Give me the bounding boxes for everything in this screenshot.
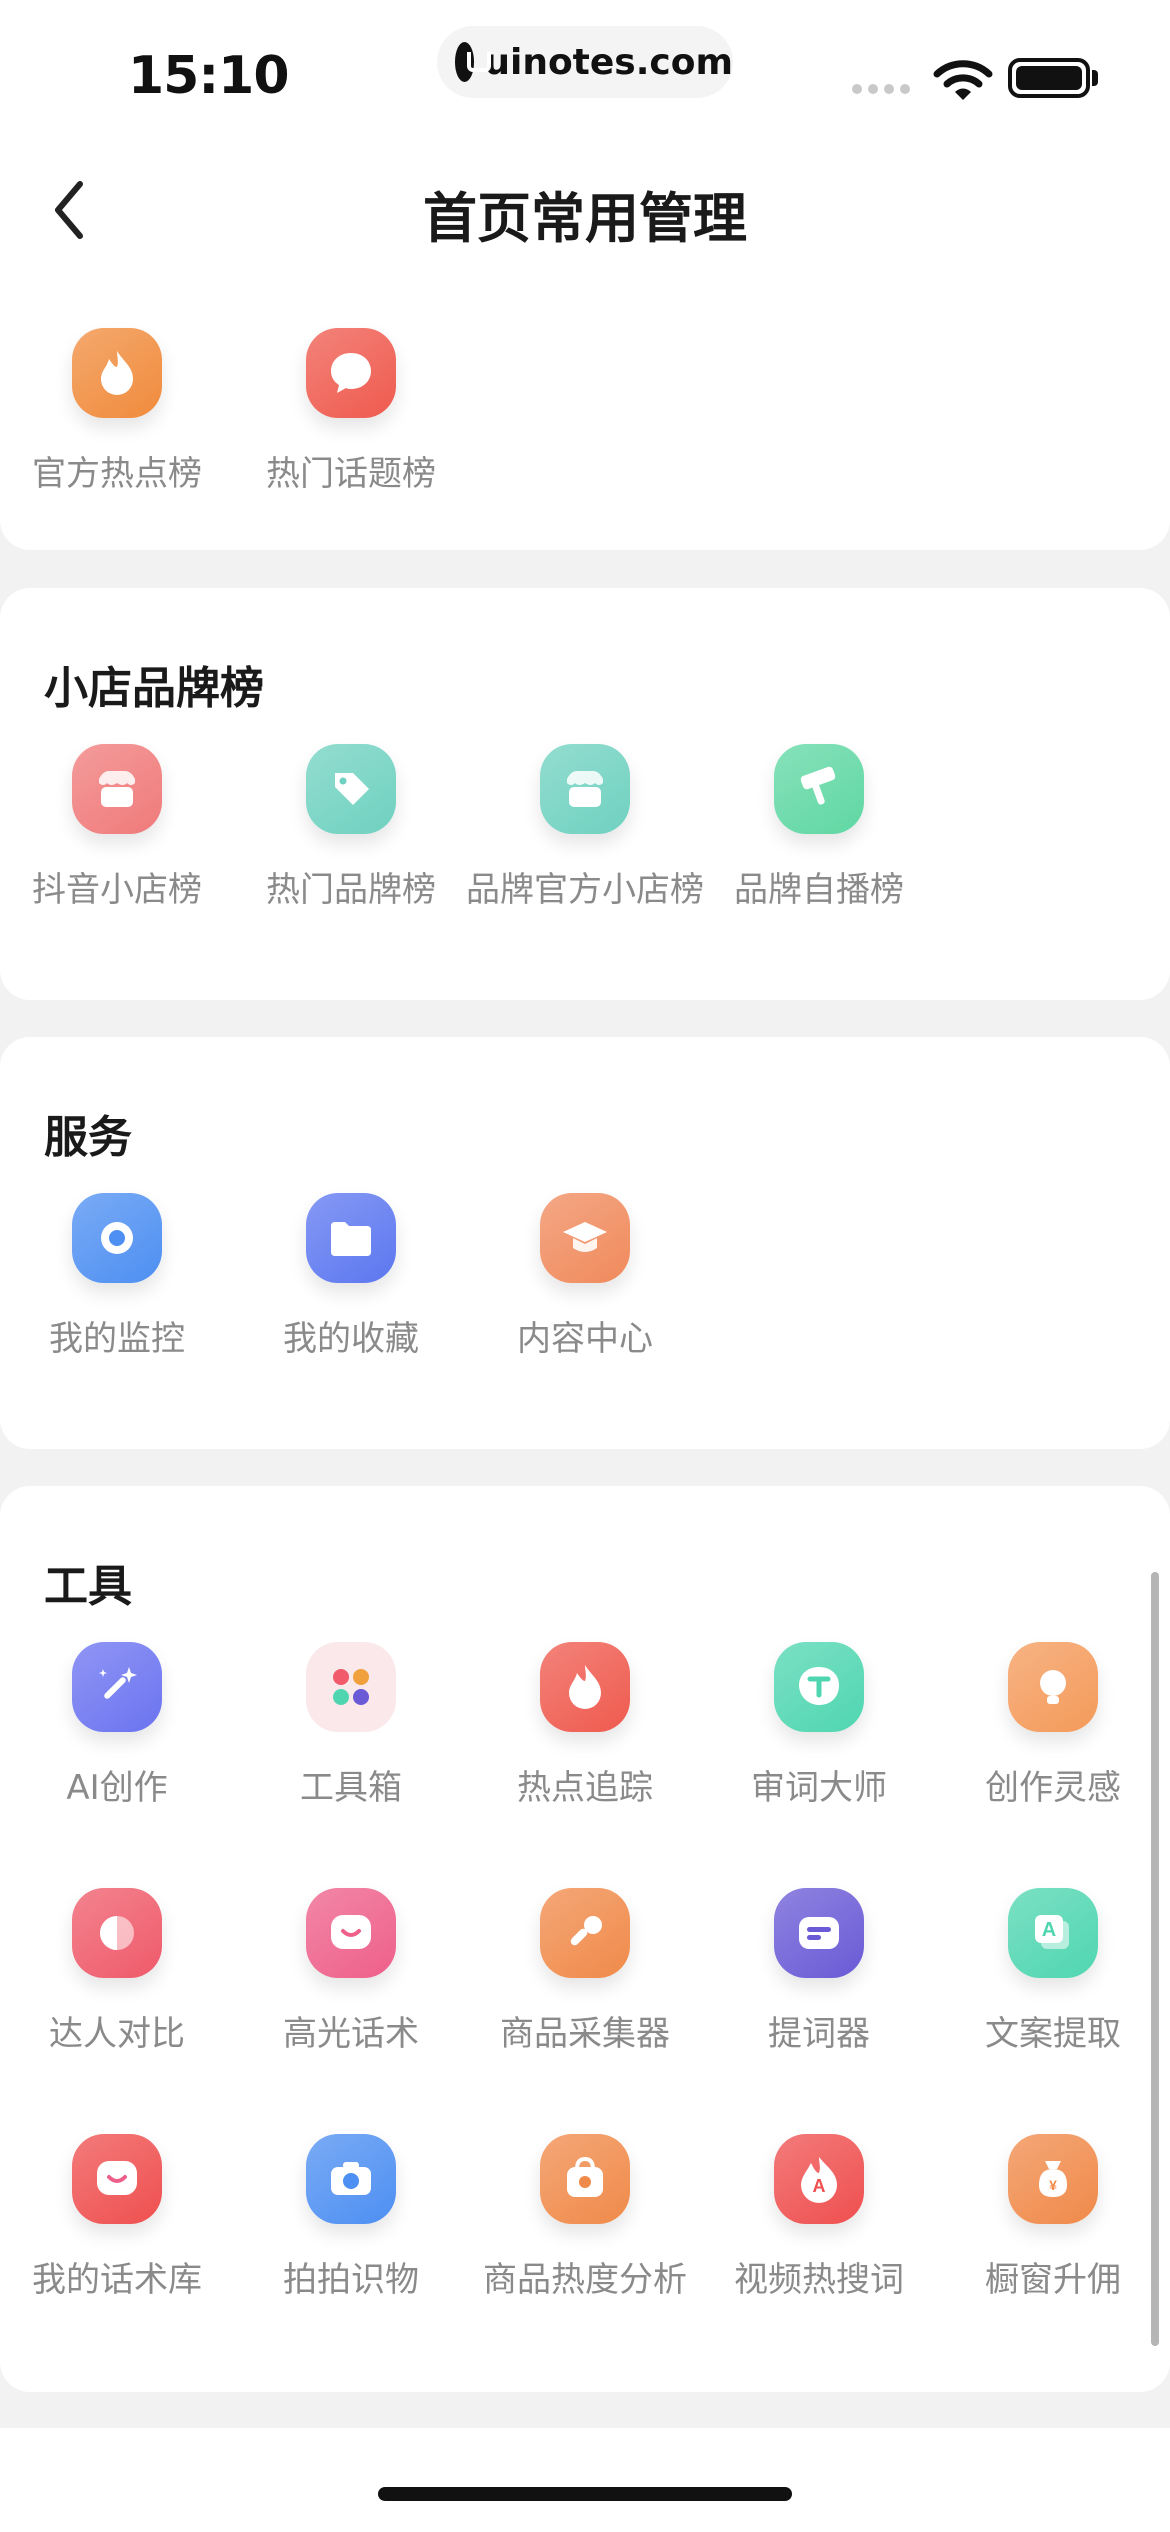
url-pill[interactable]: uinotes.com [437,26,733,98]
shortcut-label: 创作灵感 [985,1768,1121,1808]
bottom-safe-area [0,2428,1170,2532]
bag-icon [540,2134,630,2224]
site-logo-icon [455,42,492,82]
svg-text:A: A [1042,1919,1056,1941]
shortcut-item[interactable]: 我的话术库 [0,2134,234,2334]
pipette-icon [540,1888,630,1978]
tag-icon [306,744,396,834]
navigation-bar: 首页常用管理 [0,150,1170,270]
shortcut-item[interactable]: 热点追踪 [468,1642,702,1842]
shortcut-label: 工具箱 [300,1768,402,1808]
toolbox-icon [306,1642,396,1732]
shortcut-item[interactable]: 达人对比 [0,1888,234,2088]
shortcut-item[interactable]: 工具箱 [234,1642,468,1842]
shortcut-label: 内容中心 [517,1319,653,1359]
shortcut-label: 达人对比 [49,2014,185,2054]
battery-cap [1092,70,1098,86]
wifi-icon [933,60,993,100]
shortcut-item[interactable]: AI创作 [0,1642,234,1842]
shortcut-item[interactable]: A 视频热搜词 [702,2134,936,2334]
magic-wand-icon [72,1642,162,1732]
shortcut-item[interactable]: 品牌官方小店榜 [466,744,704,944]
section-pinned: 官方热点榜 热门话题榜 [0,270,1170,550]
shortcut-item[interactable]: 商品热度分析 [468,2134,702,2334]
shortcut-item[interactable]: 审词大师 [702,1642,936,1842]
shortcut-item[interactable]: 热门品牌榜 [234,744,468,944]
lightbulb-icon [1008,1642,1098,1732]
hammer-icon [774,744,864,834]
shortcut-item[interactable]: A 文案提取 [936,1888,1170,2088]
flame-a-icon: A [774,2134,864,2224]
section-title-tools: 工具 [44,1561,132,1612]
half-circle-icon [72,1888,162,1978]
t-bubble-icon [774,1642,864,1732]
section-shop-brand: 小店品牌榜 抖音小店榜 热门品牌榜 品牌官方小店榜 品牌自播榜 [0,588,1170,1000]
money-bag-icon: ¥ [1008,2134,1098,2224]
status-time: 15:10 [128,46,290,106]
shortcut-label: 品牌自播榜 [734,870,904,910]
shortcut-label: AI创作 [66,1768,168,1808]
shop-icon [540,744,630,834]
svg-text:A: A [813,2176,826,2196]
shortcut-label: 热门话题榜 [266,454,436,494]
shortcut-label: 高光话术 [283,2014,419,2054]
shortcut-item[interactable]: 我的监控 [0,1193,234,1393]
graduation-cap-icon [540,1193,630,1283]
shortcut-label: 拍拍识物 [283,2260,419,2300]
shop-icon [72,744,162,834]
monitor-eye-icon [72,1193,162,1283]
shortcut-label: 视频热搜词 [734,2260,904,2300]
shortcut-label: 我的监控 [49,1319,185,1359]
shortcut-label: 热门品牌榜 [266,870,436,910]
shortcut-label: 商品采集器 [500,2014,670,2054]
flame-icon [72,328,162,418]
smile-bubble-icon [306,1888,396,1978]
shortcut-item[interactable]: 创作灵感 [936,1642,1170,1842]
shortcut-label: 商品热度分析 [483,2260,687,2300]
status-bar: 15:10 uinotes.com [0,0,1170,150]
section-service: 服务 我的监控 我的收藏 内容中心 [0,1037,1170,1449]
shortcut-item[interactable]: 品牌自播榜 [702,744,936,944]
url-text: uinotes.com [484,41,733,83]
shortcut-item[interactable]: 内容中心 [468,1193,702,1393]
scrollbar[interactable] [1151,1572,1159,2346]
flame-icon [540,1642,630,1732]
shortcut-item[interactable]: 抖音小店榜 [0,744,234,944]
shortcut-label: 热点追踪 [517,1768,653,1808]
prompter-icon [774,1888,864,1978]
svg-text:¥: ¥ [1049,2177,1057,2193]
page-title: 首页常用管理 [423,187,747,250]
home-indicator[interactable] [378,2487,792,2501]
camera-icon [306,2134,396,2224]
smile-bubble-icon [72,2134,162,2224]
shortcut-label: 官方热点榜 [32,454,202,494]
shortcut-item[interactable]: 我的收藏 [234,1193,468,1393]
shortcut-item[interactable]: 商品采集器 [468,1888,702,2088]
shortcut-label: 我的收藏 [283,1319,419,1359]
shortcut-item[interactable]: ¥ 橱窗升佣 [936,2134,1170,2334]
shortcut-label: 文案提取 [985,2014,1121,2054]
shortcut-label: 我的话术库 [32,2260,202,2300]
shortcut-item[interactable]: 提词器 [702,1888,936,2088]
shortcut-label: 提词器 [768,2014,870,2054]
section-tools: 工具 AI创作 工具箱 热点追踪 审词大师 创作灵感达人对比 高光话术 商品采集器 提词器 A 文… [0,1486,1170,2392]
shortcut-label: 审词大师 [751,1768,887,1808]
shortcut-item[interactable]: 拍拍识物 [234,2134,468,2334]
shortcut-label: 抖音小店榜 [32,870,202,910]
shortcut-label: 品牌官方小店榜 [466,870,704,910]
section-title-shop-brand: 小店品牌榜 [44,663,264,714]
shortcut-label: 橱窗升佣 [985,2260,1121,2300]
shortcut-item[interactable]: 高光话术 [234,1888,468,2088]
chat-bubble-icon [306,328,396,418]
section-title-service: 服务 [44,1112,132,1163]
battery-icon [1008,58,1090,98]
cellular-signal-icon [852,84,910,94]
text-extract-icon: A [1008,1888,1098,1978]
folder-icon [306,1193,396,1283]
shortcut-item[interactable]: 热门话题榜 [234,328,468,528]
shortcut-item[interactable]: 官方热点榜 [0,328,234,528]
